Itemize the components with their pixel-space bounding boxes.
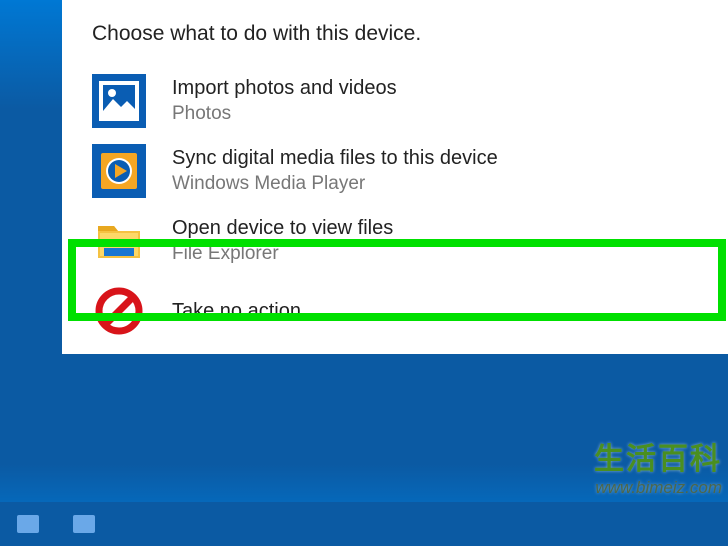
taskbar-app-2[interactable] [56,502,112,546]
windows-media-player-icon [92,144,146,198]
watermark: 生活百科 www.bimeiz.com [594,434,722,498]
autoplay-dialog: Choose what to do with this device. Impo… [62,0,728,354]
option-title: Open device to view files [172,215,393,241]
taskbar-app-1[interactable] [0,502,56,546]
option-open-file-explorer[interactable]: Open device to view files File Explorer [62,206,728,276]
watermark-url: www.bimeiz.com [594,478,722,498]
option-subtitle: Photos [172,101,397,128]
option-title: Sync digital media files to this device [172,145,498,171]
option-subtitle: Windows Media Player [172,171,498,198]
photos-icon [92,74,146,128]
option-import-photos[interactable]: Import photos and videos Photos [62,66,728,136]
option-title: Take no action [172,298,301,324]
option-sync-media[interactable]: Sync digital media files to this device … [62,136,728,206]
taskbar[interactable] [0,502,728,546]
no-action-icon [92,284,146,338]
option-take-no-action[interactable]: Take no action [62,276,728,346]
file-explorer-icon [92,214,146,268]
dialog-heading: Choose what to do with this device. [62,18,728,66]
option-subtitle: File Explorer [172,241,393,268]
option-title: Import photos and videos [172,75,397,101]
watermark-text: 生活百科 [594,434,722,478]
